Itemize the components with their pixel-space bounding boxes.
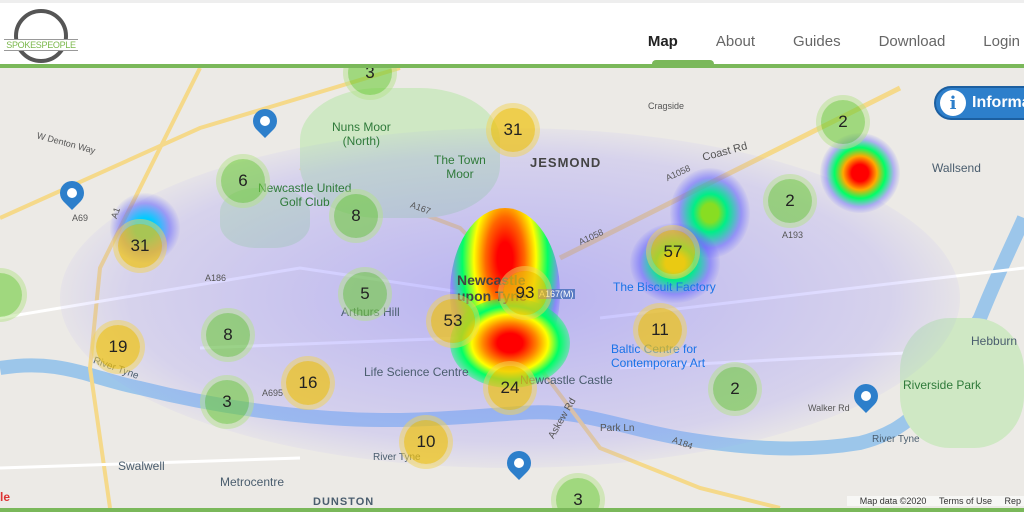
label-newcastle-castle: Newcastle Castle [520, 373, 613, 387]
cluster-marker[interactable]: 3 [205, 380, 249, 424]
cluster-marker[interactable]: 19 [96, 325, 140, 369]
cluster-marker[interactable]: 6 [221, 159, 265, 203]
label-jesmond: JESMOND [530, 155, 601, 170]
map-data-text: Map data ©2020 [860, 496, 927, 506]
info-icon: i [940, 90, 966, 116]
cluster-marker[interactable]: 8 [334, 194, 378, 238]
cluster-marker[interactable]: 2 [768, 179, 812, 223]
label-hebburn: Hebburn [971, 334, 1017, 348]
information-button[interactable]: i Informa [934, 86, 1024, 120]
nav-login[interactable]: Login [983, 33, 1020, 50]
main-nav: Map About Guides Download Login [610, 33, 1024, 50]
cluster-marker[interactable]: 2 [821, 100, 865, 144]
label-metrocentre: Metrocentre [220, 475, 284, 489]
label-park-ln: Park Ln [600, 423, 634, 434]
report-link[interactable]: Rep [1004, 496, 1021, 506]
cluster-marker[interactable]: 31 [118, 224, 162, 268]
label-a193: A193 [782, 230, 803, 240]
label-nuns-moor: Nuns Moor (North) [332, 120, 391, 148]
terms-of-use-link[interactable]: Terms of Use [939, 496, 992, 506]
label-biscuit-factory: The Biscuit Factory [613, 280, 716, 294]
label-walker-rd: Walker Rd [808, 403, 850, 413]
label-a186: A186 [205, 273, 226, 283]
label-riverside-park: Riverside Park [903, 378, 981, 392]
label-swalwell: Swalwell [118, 459, 165, 473]
cluster-marker[interactable]: 8 [206, 313, 250, 357]
information-label: Informa [972, 94, 1024, 112]
header: SPOKESPEOPLE Map About Guides Download L… [0, 0, 1024, 66]
cluster-marker[interactable]: 16 [286, 361, 330, 405]
cluster-marker[interactable]: 31 [491, 108, 535, 152]
label-cragside: Cragside [648, 101, 684, 111]
footer-divider [0, 508, 1024, 512]
nav-download[interactable]: Download [879, 33, 946, 50]
nav-map[interactable]: Map [648, 33, 678, 50]
label-town-moor: The Town Moor [434, 153, 486, 181]
wheel-icon [14, 9, 68, 63]
label-a695: A695 [262, 388, 283, 398]
nav-guides[interactable]: Guides [793, 33, 841, 50]
heatmap-map[interactable]: Nuns Moor (North) The Town Moor JESMOND … [0, 68, 1024, 508]
cluster-marker[interactable]: 57 [651, 230, 695, 274]
cluster-marker[interactable]: 11 [638, 308, 682, 352]
cluster-marker[interactable]: 53 [431, 299, 475, 343]
map-attribution: Map data ©2020 Terms of Use Rep [847, 496, 1024, 506]
label-river-tyne: River Tyne [872, 434, 920, 445]
nav-about[interactable]: About [716, 33, 755, 50]
label-life-science-centre: Life Science Centre [364, 365, 469, 379]
cluster-marker[interactable]: 10 [404, 420, 448, 464]
cluster-marker[interactable]: 5 [343, 272, 387, 316]
cluster-marker[interactable]: 2 [713, 367, 757, 411]
logo-text: SPOKESPEOPLE [4, 39, 78, 51]
label-dunston: DUNSTON [313, 496, 374, 508]
label-a69: A69 [72, 213, 88, 223]
cluster-marker[interactable]: 24 [488, 366, 532, 410]
google-logo: le [0, 490, 10, 504]
cluster-marker[interactable]: 93 [503, 271, 547, 315]
label-wallsend: Wallsend [932, 161, 981, 175]
spokespeople-logo[interactable]: SPOKESPEOPLE [4, 9, 74, 65]
